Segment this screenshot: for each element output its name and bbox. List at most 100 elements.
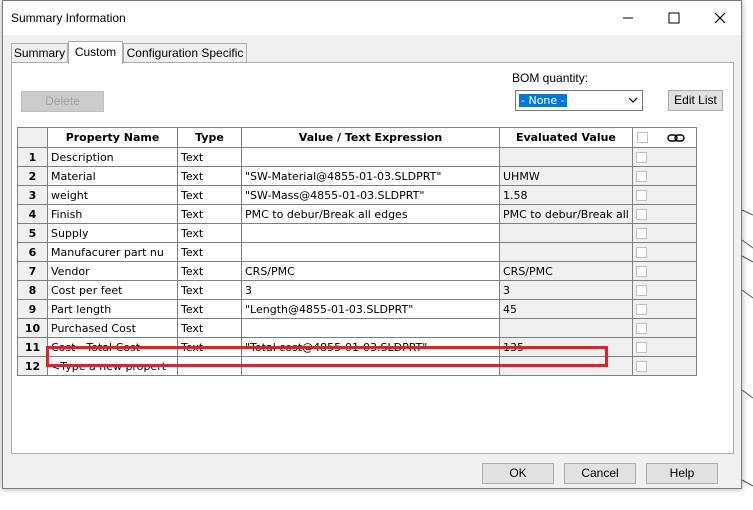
link-cell	[631, 299, 697, 319]
edit-list-button[interactable]: Edit List	[668, 90, 723, 111]
property-name-header[interactable]: Property Name	[47, 127, 178, 148]
link-cell	[631, 261, 697, 281]
link-checkbox[interactable]	[635, 228, 647, 239]
row-number: 12	[17, 356, 48, 376]
table-row: 7 Vendor Text CRS/PMC CRS/PMC	[17, 261, 697, 281]
link-checkbox[interactable]	[635, 152, 647, 163]
delete-button[interactable]: Delete	[21, 91, 104, 112]
link-checkbox[interactable]	[635, 342, 647, 353]
value-cell[interactable]	[241, 223, 500, 243]
link-cell	[631, 318, 697, 338]
tab-summary[interactable]: Summary	[11, 43, 68, 62]
row-number: 10	[17, 318, 48, 338]
table-row: 4 Finish Text PMC to debur/Break all edges P…	[17, 204, 697, 224]
table-row: 1 Description Text	[17, 147, 697, 167]
value-cell[interactable]: "SW-Material@4855-01-03.SLDPRT"	[241, 166, 500, 186]
property-name-cell[interactable]: Part length	[47, 299, 178, 319]
row-number: 1	[17, 147, 48, 167]
property-name-cell[interactable]: Purchased Cost	[47, 318, 178, 338]
row-number-header	[17, 127, 48, 148]
link-column-header[interactable]	[631, 127, 697, 148]
link-cell	[631, 223, 697, 243]
table-body: 1 Description Text 2 Material Text "SW-Materia…	[17, 147, 697, 376]
link-checkbox[interactable]	[635, 285, 647, 296]
property-name-cell[interactable]: Cost per feet	[47, 280, 178, 300]
bom-quantity-select[interactable]: - None -	[515, 90, 643, 111]
evaluated-value-cell	[499, 242, 633, 262]
link-checkbox[interactable]	[635, 247, 647, 258]
link-checkbox[interactable]	[635, 171, 647, 182]
value-cell[interactable]	[241, 318, 500, 338]
link-cell	[631, 280, 697, 300]
link-checkbox[interactable]	[635, 361, 647, 372]
property-name-cell[interactable]: Manufacurer part nu	[47, 242, 178, 262]
type-cell[interactable]: Text	[177, 166, 242, 186]
row-number: 4	[17, 204, 48, 224]
value-cell[interactable]: "Length@4855-01-03.SLDPRT"	[241, 299, 500, 319]
link-cell	[631, 147, 697, 167]
table-row: 9 Part length Text "Length@4855-01-03.SLDPR…	[17, 299, 697, 319]
type-cell[interactable]: Text	[177, 242, 242, 262]
property-name-cell[interactable]: Vendor	[47, 261, 178, 281]
evaluated-value-cell	[499, 147, 633, 167]
evaluated-value-cell: 45	[499, 299, 633, 319]
row-number: 5	[17, 223, 48, 243]
tab-custom[interactable]: Custom	[68, 41, 123, 64]
property-name-cell[interactable]: Material	[47, 166, 178, 186]
property-name-cell[interactable]: Finish	[47, 204, 178, 224]
type-cell[interactable]: Text	[177, 318, 242, 338]
help-button[interactable]: Help	[646, 463, 718, 484]
row-number: 11	[17, 337, 48, 357]
cancel-button[interactable]: Cancel	[564, 463, 636, 484]
property-name-cell[interactable]: Supply	[47, 223, 178, 243]
value-cell[interactable]: "SW-Mass@4855-01-03.SLDPRT"	[241, 185, 500, 205]
value-cell[interactable]	[241, 242, 500, 262]
maximize-button[interactable]	[651, 1, 697, 35]
value-cell[interactable]	[241, 147, 500, 167]
type-cell[interactable]: Text	[177, 299, 242, 319]
evaluated-value-header[interactable]: Evaluated Value	[499, 127, 633, 148]
select-all-checkbox[interactable]	[636, 131, 648, 143]
property-name-cell[interactable]: Description	[47, 147, 178, 167]
type-cell[interactable]: Text	[177, 223, 242, 243]
link-checkbox[interactable]	[635, 266, 647, 277]
value-cell[interactable]: CRS/PMC	[241, 261, 500, 281]
type-cell[interactable]: Text	[177, 204, 242, 224]
link-checkbox[interactable]	[635, 190, 647, 201]
table-row: 8 Cost per feet Text 3 3	[17, 280, 697, 300]
bom-quantity-value: - None -	[519, 94, 567, 107]
value-header[interactable]: Value / Text Expression	[241, 127, 500, 148]
value-cell[interactable]: PMC to debur/Break all edges	[241, 204, 500, 224]
link-checkbox[interactable]	[635, 323, 647, 334]
minimize-button[interactable]	[605, 1, 651, 35]
link-checkbox[interactable]	[635, 304, 647, 315]
table-row: 5 Supply Text	[17, 223, 697, 243]
custom-properties-panel: Delete BOM quantity: - None - Edit List …	[11, 62, 734, 454]
type-header[interactable]: Type	[177, 127, 242, 148]
type-cell[interactable]: Text	[177, 280, 242, 300]
close-button[interactable]	[697, 1, 743, 35]
custom-properties-table: Property Name Type Value / Text Expressi…	[17, 127, 697, 376]
link-checkbox[interactable]	[635, 209, 647, 220]
bom-quantity-label: BOM quantity:	[512, 71, 589, 85]
close-icon	[714, 12, 726, 24]
evaluated-value-cell: PMC to debur/Break all	[499, 204, 633, 224]
maximize-icon	[668, 12, 680, 24]
tab-configuration-specific[interactable]: Configuration Specific	[123, 43, 247, 62]
value-cell[interactable]: 3	[241, 280, 500, 300]
row-number: 2	[17, 166, 48, 186]
evaluated-value-cell	[499, 223, 633, 243]
link-cell	[631, 337, 697, 357]
table-row: 3 weight Text "SW-Mass@4855-01-03.SLDPRT" 1.…	[17, 185, 697, 205]
type-cell[interactable]: Text	[177, 261, 242, 281]
link-cell	[631, 204, 697, 224]
ok-button[interactable]: OK	[482, 463, 554, 484]
row-number: 9	[17, 299, 48, 319]
evaluated-value-cell	[499, 318, 633, 338]
link-icon	[667, 133, 685, 142]
type-cell[interactable]: Text	[177, 185, 242, 205]
type-cell[interactable]: Text	[177, 147, 242, 167]
title-bar[interactable]: Summary Information	[3, 1, 741, 35]
property-name-cell[interactable]: weight	[47, 185, 178, 205]
link-cell	[631, 356, 697, 376]
